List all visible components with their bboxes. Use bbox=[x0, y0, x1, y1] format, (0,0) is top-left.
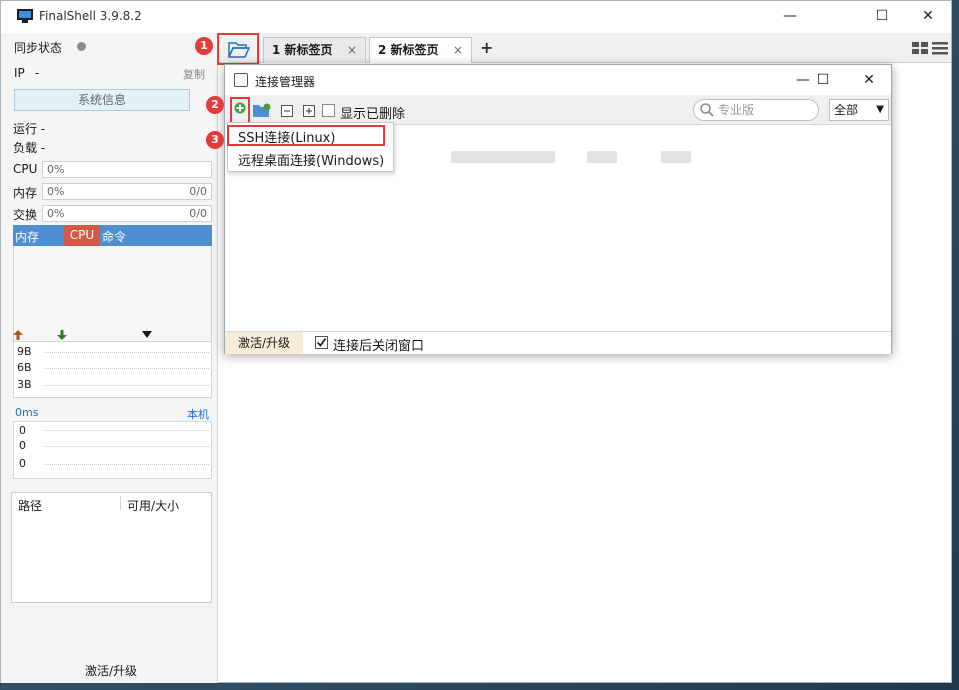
process-list bbox=[13, 246, 212, 346]
step-badge-2: 2 bbox=[206, 96, 224, 114]
step-badge-1: 1 bbox=[195, 37, 213, 55]
tab-close-icon[interactable]: × bbox=[453, 38, 463, 62]
disk-col-size[interactable]: 可用/大小 bbox=[127, 497, 179, 514]
cpu-value: 0% bbox=[47, 163, 65, 176]
app-title: FinalShell 3.9.8.2 bbox=[39, 9, 142, 23]
cpu-label: CPU bbox=[13, 162, 38, 176]
net-scale-label: 3B bbox=[17, 378, 32, 391]
ping-chart: 0 0 0 bbox=[13, 421, 212, 479]
dialog-app-icon bbox=[234, 73, 248, 87]
dialog-maximize-button[interactable]: ☐ bbox=[803, 65, 843, 95]
close-after-connect-checkbox[interactable] bbox=[315, 336, 328, 349]
proc-col-mem[interactable]: 内存 bbox=[15, 228, 39, 245]
tab-label: 2 新标签页 bbox=[378, 43, 439, 57]
grid-line bbox=[44, 464, 209, 465]
process-table-header: 内存 CPU 命令 bbox=[13, 225, 212, 246]
collapse-all-icon[interactable] bbox=[281, 105, 293, 117]
blurred-connection-name bbox=[451, 151, 555, 163]
maximize-button[interactable]: ☐ bbox=[859, 1, 905, 33]
net-scale-label: 6B bbox=[17, 361, 32, 374]
chevron-down-icon: ▼ bbox=[876, 104, 884, 115]
sync-status-label: 同步状态 bbox=[14, 41, 63, 55]
dialog-title: 连接管理器 bbox=[255, 75, 316, 89]
mem-value: 0% bbox=[47, 185, 65, 198]
column-divider bbox=[120, 496, 121, 510]
swap-label: 交换 bbox=[13, 208, 38, 222]
uptime-label: 运行 - bbox=[13, 122, 46, 136]
connection-manager-dialog: 连接管理器 — ☐ ✕ 显示已删除 专业版 全部 ▼ 激活/升级 连接后关闭窗口 bbox=[224, 64, 892, 354]
swap-meter: 0% 0/0 bbox=[42, 205, 212, 222]
ping-scale-label: 0 bbox=[19, 457, 26, 470]
checkmark-icon bbox=[316, 337, 327, 347]
tab-close-icon[interactable]: × bbox=[347, 38, 357, 62]
grid-line bbox=[44, 352, 209, 353]
folder-open-icon bbox=[228, 42, 250, 58]
proc-col-cpu[interactable]: CPU bbox=[64, 225, 100, 246]
ssh-menu-highlight bbox=[227, 125, 385, 146]
app-icon bbox=[17, 9, 33, 23]
search-placeholder: 专业版 bbox=[718, 103, 755, 117]
menu-icon[interactable] bbox=[932, 42, 948, 55]
disk-table: 路径 可用/大小 bbox=[11, 492, 212, 603]
left-panel: 同步状态 IP - 复制 系统信息 运行 - 负载 - CPU 0% 内存 0%… bbox=[1, 33, 218, 683]
add-tab-button[interactable]: + bbox=[480, 38, 493, 57]
new-connection-button[interactable] bbox=[230, 97, 250, 124]
grid-line bbox=[44, 385, 209, 386]
network-interface-dropdown-icon[interactable] bbox=[142, 331, 152, 338]
blurred-connection-host bbox=[587, 151, 617, 163]
net-scale-label: 9B bbox=[17, 345, 32, 358]
filter-value: 全部 bbox=[834, 103, 859, 117]
minimize-button[interactable]: — bbox=[767, 1, 813, 33]
grid-line bbox=[44, 368, 209, 369]
arrow-down-icon bbox=[57, 330, 67, 340]
swap-value: 0% bbox=[47, 207, 65, 220]
close-button[interactable]: ✕ bbox=[905, 1, 951, 33]
ip-value: - bbox=[35, 66, 40, 80]
expand-all-icon[interactable] bbox=[303, 105, 315, 117]
mem-meter: 0% 0/0 bbox=[42, 183, 212, 200]
arrow-up-icon bbox=[13, 330, 23, 340]
network-chart: 9B 6B 3B bbox=[13, 341, 212, 398]
system-info-button[interactable]: 系统信息 bbox=[14, 89, 190, 111]
swap-ratio: 0/0 bbox=[189, 207, 207, 220]
title-bar: FinalShell 3.9.8.2 — ☐ ✕ bbox=[1, 1, 951, 33]
tab-1[interactable]: 1 新标签页 × bbox=[263, 37, 366, 63]
tab-label: 1 新标签页 bbox=[272, 43, 333, 57]
mem-ratio: 0/0 bbox=[189, 185, 207, 198]
search-input[interactable]: 专业版 bbox=[693, 99, 819, 121]
search-icon bbox=[700, 103, 714, 117]
show-deleted-label: 显示已删除 bbox=[340, 107, 406, 122]
dialog-activate-button[interactable]: 激活/升级 bbox=[225, 332, 303, 354]
layout-grid-icon[interactable] bbox=[912, 42, 928, 55]
dialog-footer: 激活/升级 连接后关闭窗口 bbox=[225, 331, 891, 354]
ping-scale-label: 0 bbox=[19, 424, 26, 437]
sync-status-dot bbox=[77, 42, 86, 51]
step-badge-3: 3 bbox=[206, 131, 224, 149]
ping-label: 0ms bbox=[15, 406, 39, 419]
blurred-connection-user bbox=[661, 151, 691, 163]
disk-col-path[interactable]: 路径 bbox=[18, 497, 42, 514]
grid-line bbox=[44, 430, 209, 431]
cpu-meter: 0% bbox=[42, 161, 212, 178]
mem-label: 内存 bbox=[13, 186, 38, 200]
dialog-title-bar: 连接管理器 — ☐ ✕ bbox=[225, 65, 891, 95]
activate-upgrade-link[interactable]: 激活/升级 bbox=[85, 662, 137, 679]
new-folder-icon[interactable] bbox=[253, 103, 271, 117]
close-after-connect-label: 连接后关闭窗口 bbox=[333, 339, 425, 354]
grid-line bbox=[44, 446, 209, 447]
ping-host-label[interactable]: 本机 bbox=[187, 406, 209, 422]
add-icon bbox=[234, 102, 246, 114]
menu-item-rdp-windows[interactable]: 远程桌面连接(Windows) bbox=[238, 150, 384, 169]
proc-col-cmd[interactable]: 命令 bbox=[102, 228, 126, 245]
copy-ip-button[interactable]: 复制 bbox=[183, 66, 205, 82]
dialog-close-button[interactable]: ✕ bbox=[849, 65, 889, 95]
load-label: 负载 - bbox=[13, 141, 46, 155]
show-deleted-checkbox[interactable] bbox=[322, 104, 335, 117]
ping-scale-label: 0 bbox=[19, 439, 26, 452]
tab-2[interactable]: 2 新标签页 × bbox=[369, 37, 472, 63]
ip-label: IP bbox=[14, 66, 25, 80]
filter-select[interactable]: 全部 ▼ bbox=[829, 99, 889, 121]
open-connection-manager-button[interactable] bbox=[217, 33, 259, 65]
